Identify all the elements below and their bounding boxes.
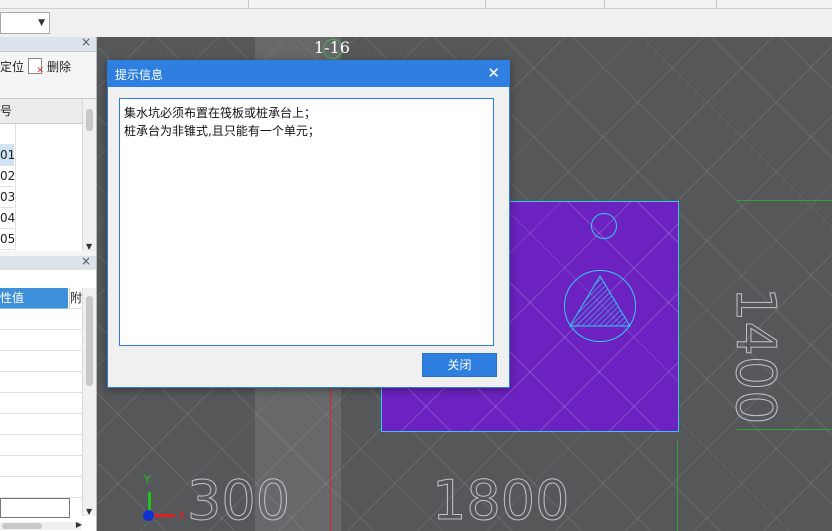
column-header-value: 性值 xyxy=(0,288,68,309)
floor-select-dropdown[interactable]: ▼ xyxy=(0,12,50,34)
grid-label: 1-16 xyxy=(314,38,350,57)
scrollbar-thumb[interactable] xyxy=(86,296,93,386)
ribbon-separator xyxy=(248,0,249,8)
dimension-label: 1400 xyxy=(724,287,788,425)
dialog-title: 提示信息 xyxy=(115,68,164,82)
header-value-label: 性值 xyxy=(0,291,25,305)
dimension-label: 1800 xyxy=(431,469,570,531)
table-row[interactable] xyxy=(0,477,82,498)
left-pane: × 定位 ✕ 删除 号 01 02 03 04 05 ▼ × 性值 附 ▼ ▶ xyxy=(0,35,97,531)
column-header-number: 号 xyxy=(0,104,13,118)
message-textbox[interactable]: 集水坑必须布置在筏板或桩承台上； 桩承台为非锥式,且只能有一个单元； xyxy=(119,98,494,346)
origin-point xyxy=(143,510,154,521)
dialog-title-bar: 提示信息 ✕ xyxy=(108,61,509,87)
table-body xyxy=(15,124,83,250)
delete-button[interactable]: 删除 xyxy=(47,58,71,75)
row-id: 04 xyxy=(0,211,16,225)
small-circle xyxy=(591,213,617,239)
scroll-right-icon[interactable]: ▶ xyxy=(76,520,82,529)
column-header-extra: 附 xyxy=(69,288,83,309)
table-row[interactable]: 02 xyxy=(0,166,16,187)
table-scrollbar[interactable]: ▼ xyxy=(82,99,96,251)
table-row[interactable] xyxy=(0,372,82,393)
table-header: 号 xyxy=(0,99,82,124)
pile-triangle-icon xyxy=(569,275,631,327)
table-row[interactable] xyxy=(0,414,82,435)
table-row[interactable] xyxy=(0,309,82,330)
axis-line-green xyxy=(677,440,678,531)
y-axis-label: Y xyxy=(144,473,151,486)
row-id: 01 xyxy=(0,148,16,162)
row-id: 05 xyxy=(0,232,16,246)
table-row[interactable] xyxy=(0,435,82,456)
dimension-label: 300 xyxy=(186,469,291,531)
component-list-toolbar: 定位 ✕ 删除 xyxy=(0,52,96,78)
axis-line-green xyxy=(737,429,832,430)
table-row[interactable]: 03 xyxy=(0,187,16,208)
hint-dialog: 提示信息 ✕ 集水坑必须布置在筏板或桩承台上； 桩承台为非锥式,且只能有一个单元… xyxy=(107,60,510,388)
table-row[interactable] xyxy=(0,456,82,477)
close-icon[interactable]: × xyxy=(81,254,91,268)
delete-icon[interactable]: ✕ xyxy=(28,58,44,76)
table-row[interactable] xyxy=(0,330,82,351)
component-table: 号 01 02 03 04 05 ▼ xyxy=(0,98,96,251)
close-icon[interactable]: × xyxy=(81,35,91,49)
component-list-panel-title: × xyxy=(0,35,96,52)
property-table: 性值 附 ▼ ▶ xyxy=(0,270,96,531)
ribbon-separator xyxy=(485,0,486,8)
close-icon[interactable]: ✕ xyxy=(487,64,500,82)
scrollbar-thumb[interactable] xyxy=(86,109,93,131)
table-row[interactable] xyxy=(0,393,82,414)
x-axis-label: X xyxy=(178,509,186,522)
horizontal-scrollbar[interactable]: ▶ xyxy=(0,520,82,530)
axis-line-green xyxy=(737,200,832,201)
message-line: 桩承台为非锥式,且只能有一个单元； xyxy=(124,124,320,138)
header-extra-label: 附 xyxy=(70,291,83,305)
property-scrollbar[interactable]: ▼ xyxy=(82,288,96,516)
ribbon-strip xyxy=(0,0,832,9)
toolbar-row xyxy=(0,9,832,38)
scroll-down-icon[interactable]: ▼ xyxy=(86,242,92,251)
table-row[interactable]: 04 xyxy=(0,208,16,229)
table-row[interactable] xyxy=(0,498,70,518)
table-row[interactable] xyxy=(0,124,14,145)
scrollbar-thumb[interactable] xyxy=(2,523,42,529)
chevron-down-icon: ▼ xyxy=(38,18,45,28)
scroll-down-icon[interactable]: ▼ xyxy=(86,507,92,516)
table-row[interactable]: 05 xyxy=(0,229,16,250)
locate-button[interactable]: 定位 xyxy=(0,58,24,75)
message-line: 集水坑必须布置在筏板或桩承台上； xyxy=(124,106,317,120)
table-row[interactable]: 01 xyxy=(0,145,16,166)
property-panel-title: × xyxy=(0,254,96,271)
ribbon-separator xyxy=(716,0,717,8)
table-row[interactable] xyxy=(0,351,82,372)
row-id: 02 xyxy=(0,169,16,183)
ribbon-separator xyxy=(604,0,605,8)
close-button[interactable]: 关闭 xyxy=(422,353,497,377)
row-id: 03 xyxy=(0,190,16,204)
